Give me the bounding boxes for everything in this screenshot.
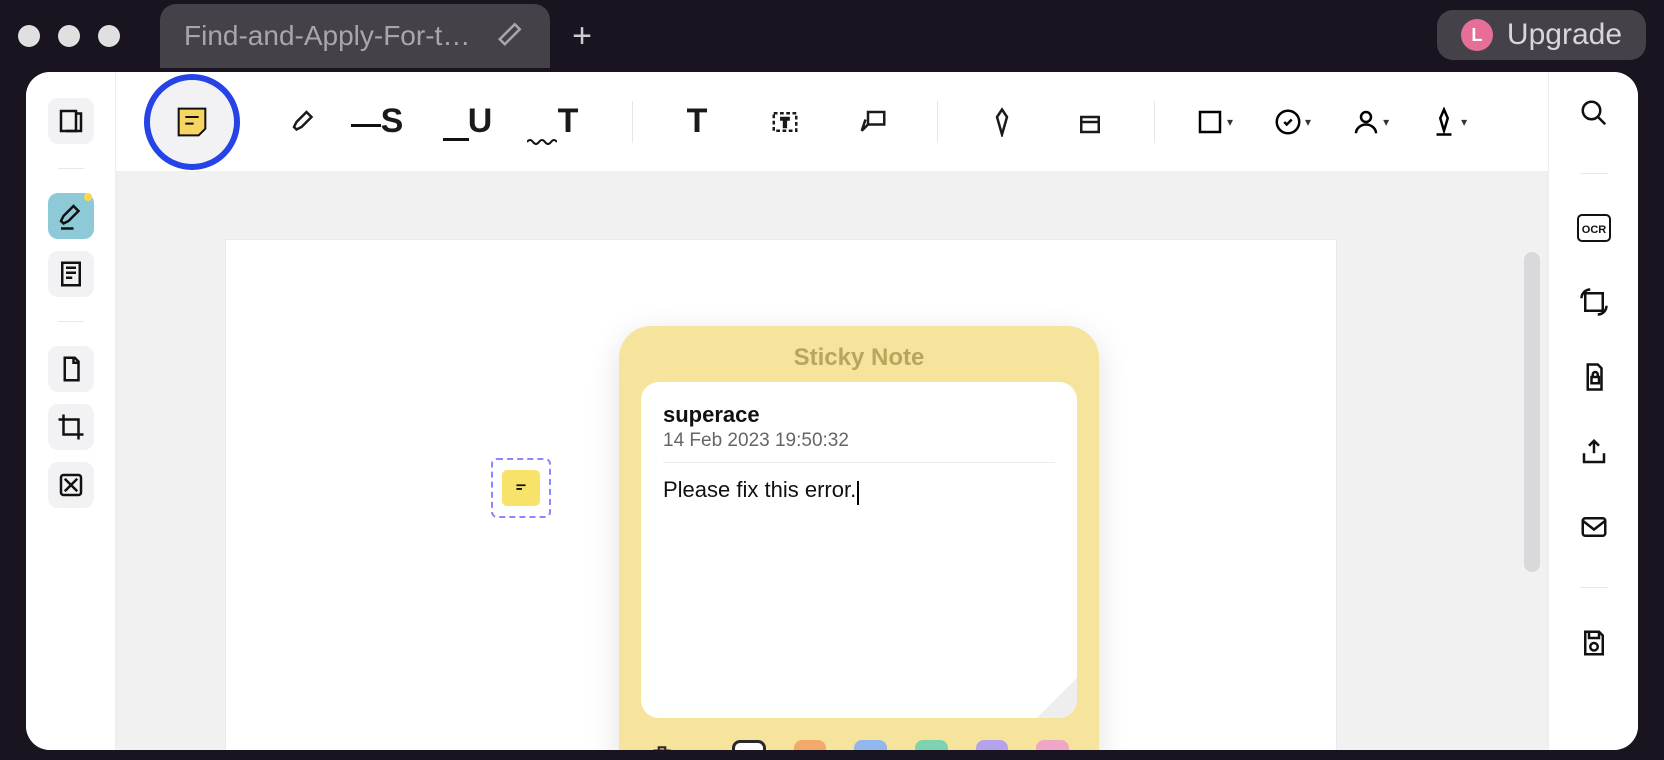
sticky-note-author: superace	[663, 402, 1055, 428]
export-tool[interactable]	[1579, 437, 1609, 472]
chevron-down-icon: ▾	[1383, 115, 1389, 129]
document-canvas[interactable]: Sticky Note superace 14 Feb 2023 19:50:3…	[116, 172, 1548, 750]
tab-title: Find-and-Apply-For-the-Be	[184, 20, 480, 52]
mail-tool[interactable]	[1579, 512, 1609, 547]
eraser-tool[interactable]	[1066, 98, 1114, 146]
left-rail	[26, 72, 116, 750]
save-tool[interactable]	[1579, 628, 1609, 663]
chevron-down-icon: ▾	[1227, 115, 1233, 129]
app-main: S U T T T ▾ ▾	[26, 72, 1638, 750]
sticky-note-icon	[502, 470, 540, 506]
color-swatch-green[interactable]	[915, 740, 948, 750]
rotate-tool[interactable]	[1579, 287, 1609, 322]
center-column: S U T T T ▾ ▾	[116, 72, 1548, 750]
sticky-note-tool[interactable]	[144, 74, 240, 170]
pages-panel[interactable]	[48, 346, 94, 392]
typewriter-tool[interactable]: T	[673, 98, 721, 146]
tab-strip: Find-and-Apply-For-the-Be +	[160, 4, 614, 68]
sticky-note-marker[interactable]	[491, 458, 551, 518]
svg-text:T: T	[781, 116, 789, 130]
highlighter-dot-icon	[84, 193, 92, 201]
signature-tool[interactable]: ▾	[1429, 107, 1467, 137]
text-cursor-icon	[857, 481, 859, 505]
titlebar: Find-and-Apply-For-the-Be + L Upgrade	[0, 0, 1664, 72]
svg-text:OCR: OCR	[1581, 224, 1606, 236]
user-tool[interactable]: ▾	[1351, 107, 1389, 137]
sticky-note-body[interactable]: superace 14 Feb 2023 19:50:32 Please fix…	[641, 382, 1077, 718]
lock-tool[interactable]	[1579, 362, 1609, 397]
chevron-down-icon: ▾	[1461, 115, 1467, 129]
zoom-window-icon[interactable]	[98, 25, 120, 47]
color-swatch-orange[interactable]	[794, 740, 827, 750]
sticky-note-timestamp: 14 Feb 2023 19:50:32	[663, 430, 1055, 452]
bookmarks-panel[interactable]	[48, 98, 94, 144]
textbox-tool[interactable]: T	[761, 98, 809, 146]
notes-panel[interactable]	[48, 251, 94, 297]
delete-note-button[interactable]	[649, 741, 676, 750]
annotation-toolbar: S U T T T ▾ ▾	[116, 72, 1548, 172]
sticky-note-text: Please fix this error.	[663, 477, 856, 502]
close-window-icon[interactable]	[18, 25, 40, 47]
callout-tool[interactable]	[849, 98, 897, 146]
underline-tool[interactable]: U	[456, 98, 504, 146]
ocr-tool[interactable]: OCR	[1577, 214, 1611, 247]
squiggly-tool[interactable]: T	[544, 98, 592, 146]
strikethrough-tool[interactable]: S	[368, 98, 416, 146]
vertical-scrollbar[interactable]	[1524, 252, 1540, 572]
color-swatch-blue[interactable]	[854, 740, 887, 750]
stamp-tool[interactable]: ▾	[1273, 107, 1311, 137]
document-page[interactable]: Sticky Note superace 14 Feb 2023 19:50:3…	[226, 240, 1336, 750]
crop-panel[interactable]	[48, 404, 94, 450]
color-swatch-pink[interactable]	[1036, 740, 1069, 750]
page-curl-icon	[1037, 678, 1077, 718]
upgrade-label: Upgrade	[1507, 18, 1622, 52]
sticky-note-textarea[interactable]: Please fix this error.	[663, 477, 1055, 505]
sticky-note-toolbar	[641, 732, 1077, 750]
redact-panel[interactable]	[48, 462, 94, 508]
shape-tool[interactable]: ▾	[1195, 107, 1233, 137]
upgrade-button[interactable]: L Upgrade	[1437, 10, 1646, 60]
right-rail: OCR	[1548, 72, 1638, 750]
new-tab-button[interactable]: +	[550, 4, 614, 68]
document-tab[interactable]: Find-and-Apply-For-the-Be	[160, 4, 550, 68]
chevron-down-icon: ▾	[1305, 115, 1311, 129]
color-swatch-purple[interactable]	[976, 740, 1009, 750]
pencil-tool[interactable]	[978, 98, 1026, 146]
user-avatar: L	[1461, 19, 1493, 51]
sticky-note-popup: Sticky Note superace 14 Feb 2023 19:50:3…	[619, 326, 1099, 750]
window-controls	[18, 25, 120, 47]
highlighter-tool[interactable]	[280, 98, 328, 146]
search-tool[interactable]	[1579, 98, 1609, 133]
rename-tab-icon[interactable]	[496, 18, 526, 54]
sticky-note-title: Sticky Note	[641, 344, 1077, 372]
minimize-window-icon[interactable]	[58, 25, 80, 47]
color-swatch-white[interactable]	[732, 740, 765, 750]
